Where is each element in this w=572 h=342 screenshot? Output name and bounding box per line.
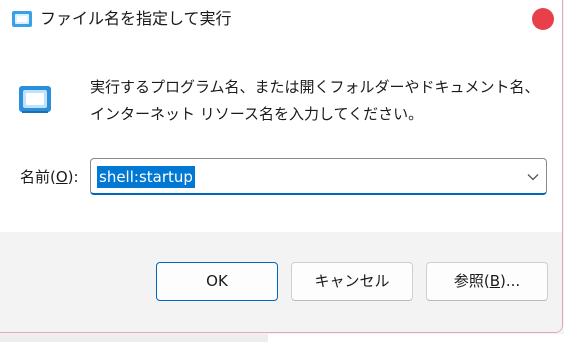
run-icon xyxy=(18,84,52,114)
background-window-strip xyxy=(564,0,572,342)
browse-label-suffix: )... xyxy=(500,272,521,290)
name-label-prefix: 名前( xyxy=(20,168,56,186)
name-label-suffix: ): xyxy=(67,168,79,186)
run-app-icon xyxy=(11,10,33,28)
run-dialog: ファイル名を指定して実行 実行するプログラム名、または開くフォルダーやドキュメン… xyxy=(0,0,563,333)
browse-button[interactable]: 参照(B)... xyxy=(426,262,548,301)
chevron-down-icon[interactable] xyxy=(526,169,540,183)
command-combobox[interactable]: shell:startup xyxy=(90,158,547,195)
name-label: 名前(O): xyxy=(20,167,79,187)
instructions-text: 実行するプログラム名、または開くフォルダーやドキュメント名、インターネット リソ… xyxy=(90,78,540,123)
ok-button[interactable]: OK xyxy=(156,262,278,301)
name-label-accesskey: O xyxy=(55,168,68,186)
browse-label-prefix: 参照( xyxy=(453,272,490,290)
title-bar[interactable]: ファイル名を指定して実行 xyxy=(0,0,562,40)
cancel-button[interactable]: キャンセル xyxy=(291,262,413,301)
browse-label-accesskey: B xyxy=(489,272,500,290)
command-input[interactable]: shell:startup xyxy=(97,166,195,188)
close-button[interactable] xyxy=(532,8,554,30)
window-title: ファイル名を指定して実行 xyxy=(40,9,232,28)
background-bottom-right xyxy=(268,334,572,342)
